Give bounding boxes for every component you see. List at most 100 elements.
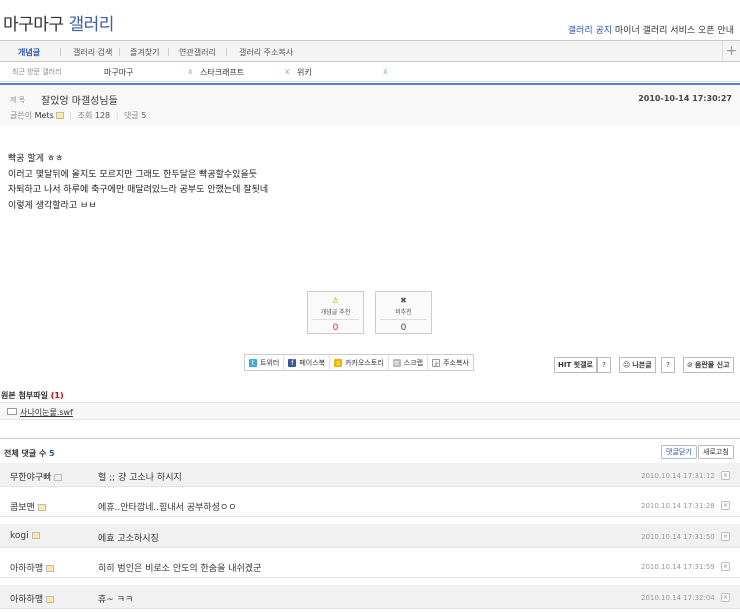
- bad-post-label: 나븐글: [632, 361, 652, 369]
- vote-divider: [380, 319, 427, 320]
- comment-nick[interactable]: kogi: [10, 531, 40, 541]
- copy-address-button[interactable]: ∂ 주소복사: [428, 355, 473, 370]
- report-label: 음란물 신고: [694, 361, 730, 369]
- share-bar: t 트위터 f 페이스북 s 카카오스토리 ≡ 스크랩 ∂ 주소복사: [244, 354, 474, 371]
- tab-favorites[interactable]: 즐겨찾기: [130, 47, 159, 58]
- post-author[interactable]: Mets: [35, 111, 54, 120]
- comment-text: 히히 범인은 비로소 안도의 한숨을 내쉬겠군: [98, 564, 262, 574]
- post-body-line: 이렇게 생각할라고 ㅂㅂ: [8, 200, 97, 211]
- close-icon[interactable]: x: [383, 67, 388, 76]
- post-header: 제 목 잘있엉 마갤성님들 2010-10-14 17:30:27 글쓴이 Me…: [0, 83, 740, 125]
- attachment-count: (1): [50, 391, 64, 400]
- notice-tag: 갤러리 공지: [567, 26, 613, 36]
- share-kakaostory-button[interactable]: s 카카오스토리: [330, 355, 389, 370]
- post-title: 잘있엉 마갤성님들: [41, 96, 118, 107]
- recent-gallery-link[interactable]: 마구마구: [104, 67, 133, 78]
- tab-copy-address[interactable]: 갤러리 주소복사: [239, 47, 293, 58]
- title-label: 제 목: [10, 96, 26, 104]
- bad-post-button[interactable]: ☹ 나븐글: [619, 357, 656, 373]
- author-label: 글쓴이: [10, 111, 33, 120]
- refresh-button[interactable]: 새로고침: [698, 445, 734, 459]
- comment-time: 2010.10.14 17:32:04: [641, 594, 715, 602]
- share-label: 페이스북: [299, 358, 326, 367]
- tab-related-galleries[interactable]: 연관갤러리: [179, 47, 216, 58]
- recent-gallery-link[interactable]: 스타크래프트: [200, 67, 244, 78]
- prohibit-icon: ⊘: [687, 361, 693, 369]
- meta-divider: |: [115, 111, 119, 120]
- nav-divider: [168, 48, 169, 56]
- fixed-nick-icon: [37, 504, 46, 511]
- report-button[interactable]: ⊘ 음란물 신고: [683, 357, 734, 373]
- close-icon[interactable]: x: [188, 67, 193, 76]
- hit-gallery-button[interactable]: HIT 힛갤로: [554, 357, 597, 373]
- comments-header: 전체 댓글 수 5 댓글닫기 새로고침: [0, 438, 740, 462]
- comment-nick-text: 아하하맹: [10, 564, 44, 574]
- delete-comment-button[interactable]: ×: [721, 501, 730, 510]
- downvote-label: 비추천: [395, 309, 412, 316]
- gallery-nav: 개념글 갤러리 검색 즐겨찾기 연관갤러리 갤러리 주소복사 +: [0, 40, 740, 62]
- close-icon[interactable]: x: [285, 67, 290, 76]
- share-twitter-button[interactable]: t 트위터: [245, 355, 285, 370]
- scrap-icon: ≡: [392, 358, 401, 367]
- comments-total: 전체 댓글 수 5: [4, 448, 55, 459]
- comment-row: kogi 에효 고소하시징 2010.10.14 17:31:50 ×: [0, 524, 740, 548]
- delete-comment-button[interactable]: ×: [721, 532, 730, 541]
- comment-nick[interactable]: 무한야구빠: [10, 470, 63, 483]
- comment-nick-text: 콤보맨: [10, 503, 35, 513]
- tab-gallery-search[interactable]: 갤러리 검색: [73, 47, 112, 58]
- recent-gallery-link[interactable]: 위키: [297, 67, 312, 78]
- upvote-button[interactable]: ♙ 개념글 추천 0: [307, 291, 364, 334]
- post-body: 빡공 할게 ㅎㅎ 이러고 몇달뒤에 올지도 모르지만 그래도 한두달은 빡공할수…: [8, 152, 268, 214]
- attachment-row: 사나이눈물.swf: [0, 402, 740, 420]
- comment-nick[interactable]: 콤보맨: [10, 500, 46, 513]
- share-label: 스크랩: [403, 358, 424, 367]
- comment-time: 2010.10.14 17:31:28: [641, 502, 715, 510]
- gallery-logo[interactable]: 마구마구 갤러리: [3, 10, 114, 35]
- help-button[interactable]: ?: [597, 357, 611, 373]
- notice-banner[interactable]: 갤러리 공지 마이너 갤러리 서비스 오픈 안내: [568, 23, 734, 36]
- share-label: 주소복사: [443, 358, 469, 367]
- views-count: 128: [94, 111, 111, 120]
- upvote-icon: ♙: [331, 296, 340, 305]
- upvote-label: 개념글 추천: [320, 309, 351, 316]
- add-tab-button[interactable]: +: [722, 41, 740, 61]
- help-button[interactable]: ?: [661, 357, 675, 373]
- vote-divider: [312, 319, 359, 320]
- comment-row: 무한야구빠 헐 ;; 걍 고소나 하시지 2010.10.14 17:31:12…: [0, 463, 740, 487]
- facebook-icon: f: [288, 358, 297, 367]
- notice-text[interactable]: 마이너 갤러리 서비스 오픈 안내: [615, 26, 734, 36]
- tab-best-posts[interactable]: 개념글: [18, 47, 40, 58]
- comment-nick[interactable]: 아하하맹: [10, 592, 55, 605]
- comment-nick[interactable]: 아하하맹: [10, 561, 55, 574]
- comments-label: 댓글: [123, 111, 139, 120]
- downvote-button[interactable]: ✖ 비추천 0: [375, 291, 432, 334]
- gallog-icon: [54, 474, 63, 481]
- delete-comment-button[interactable]: ×: [721, 593, 730, 602]
- comment-nick-text: 아하하맹: [10, 595, 44, 605]
- nav-divider: [60, 48, 61, 56]
- delete-comment-button[interactable]: ×: [721, 471, 730, 480]
- meta-divider: |: [69, 111, 73, 120]
- post-body-line: 빡공 할게 ㅎㅎ: [8, 154, 64, 164]
- comment-row: 콤보맨 에휴..안타깝네..힘내서 공부하셩ㅇㅇ 2010.10.14 17:3…: [0, 493, 740, 517]
- comment-text: 헐 ;; 걍 고소나 하시지: [98, 473, 182, 483]
- delete-comment-button[interactable]: ×: [721, 562, 730, 571]
- logo-part2: 갤러리: [68, 15, 114, 35]
- share-label: 카카오스토리: [345, 358, 384, 367]
- comment-text: 휴~ ㅋㅋ: [98, 595, 134, 605]
- comment-nick-text: kogi: [10, 531, 29, 541]
- share-scrap-button[interactable]: ≡ 스크랩: [389, 355, 429, 370]
- post-body-line: 자퇴하고 나서 하루에 축구에만 매달려있느라 공부도 안했는데 잘됫네: [8, 185, 269, 195]
- gallery-header: 마구마구 갤러리 갤러리 공지 마이너 갤러리 서비스 오픈 안내: [0, 0, 740, 40]
- attachment-title: 원본 첨부파일 (1): [1, 390, 64, 401]
- share-facebook-button[interactable]: f 페이스북: [284, 355, 331, 370]
- fixed-nick-icon: [55, 112, 64, 119]
- post-meta: 글쓴이 Mets | 조회 128 | 댓글 5: [10, 110, 146, 121]
- views-label: 조회: [77, 111, 93, 120]
- attachment-link[interactable]: 사나이눈물.swf: [20, 407, 73, 418]
- link-icon: ∂: [432, 358, 441, 368]
- close-comments-button[interactable]: 댓글닫기: [661, 445, 697, 459]
- thumbs-down-icon: ☹: [623, 361, 631, 369]
- file-icon: [7, 408, 17, 415]
- comment-time: 2010.10.14 17:31:50: [641, 533, 715, 541]
